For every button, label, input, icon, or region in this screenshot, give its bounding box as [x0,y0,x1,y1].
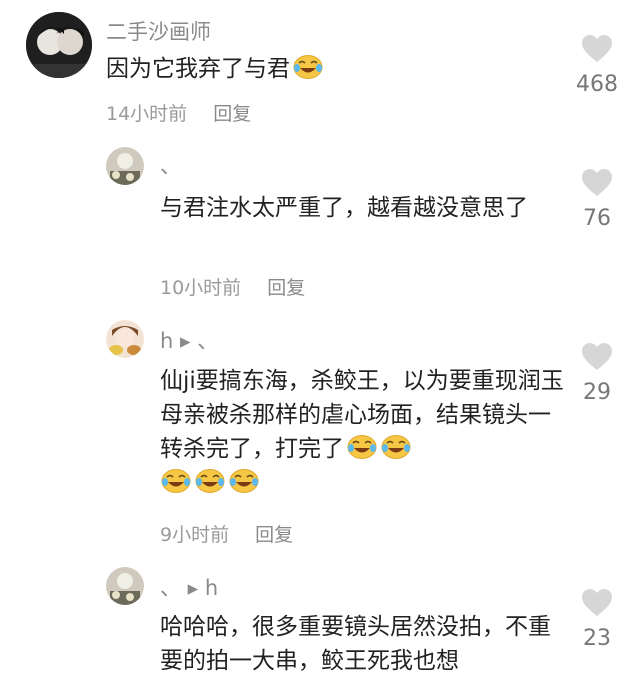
avatar[interactable] [106,320,144,358]
heart-icon [582,35,612,62]
like-count: 468 [576,72,618,97]
username[interactable]: 二手沙画师 [106,16,211,46]
crying-laughing-emoji-icon [381,434,411,460]
like-count: 76 [583,206,611,231]
heart-icon [582,589,612,616]
avatar[interactable] [106,567,144,605]
heart-icon [582,169,612,196]
like-button[interactable]: 76 [572,168,622,231]
avatar-image [106,147,144,185]
heart-icon [582,343,612,370]
username[interactable]: h ▸ 、 [160,325,218,355]
avatar-image [26,12,92,78]
comment-text: 仙ji要搞东海，杀鲛王，以为要重现润玉母亲被杀那样的虐心场面，结果镜头一转杀完了… [160,364,570,500]
crying-laughing-emoji-icon [293,54,323,80]
comment-text: 与君注水太严重了，越看越没意思了 [160,195,528,221]
crying-laughing-emoji-icon [161,468,191,494]
timestamp: 10小时前 [160,277,242,299]
like-count: 29 [583,380,611,405]
avatar[interactable] [26,12,92,78]
avatar-image [106,567,144,605]
crying-laughing-emoji-icon [229,468,259,494]
crying-laughing-emoji-icon [195,468,225,494]
username[interactable]: 、 ▸ h [160,572,218,602]
avatar-image [106,320,144,358]
like-button[interactable]: 23 [572,588,622,651]
timestamp: 9小时前 [160,524,230,546]
like-button[interactable]: 468 [572,34,622,97]
timestamp: 14小时前 [106,103,188,125]
comment-meta: 9小时前 回复 [160,520,293,547]
reply-button[interactable]: 回复 [255,524,293,546]
comment-text: 因为它我弃了与君 [106,52,546,86]
crying-laughing-emoji-icon [347,434,377,460]
avatar[interactable] [106,147,144,185]
username[interactable]: 、 [160,150,181,180]
comment-meta: 14小时前 回复 [106,99,251,126]
comment-text-content: 因为它我弃了与君 [106,56,290,82]
comment-meta: 10小时前 回复 [160,273,305,300]
reply-button[interactable]: 回复 [267,277,305,299]
comment-text: 哈哈哈，很多重要镜头居然没拍，不重要的拍一大串，鲛王死我也想 [160,614,551,674]
reply-button[interactable]: 回复 [213,103,251,125]
like-count: 23 [583,626,611,651]
like-button[interactable]: 29 [572,342,622,405]
